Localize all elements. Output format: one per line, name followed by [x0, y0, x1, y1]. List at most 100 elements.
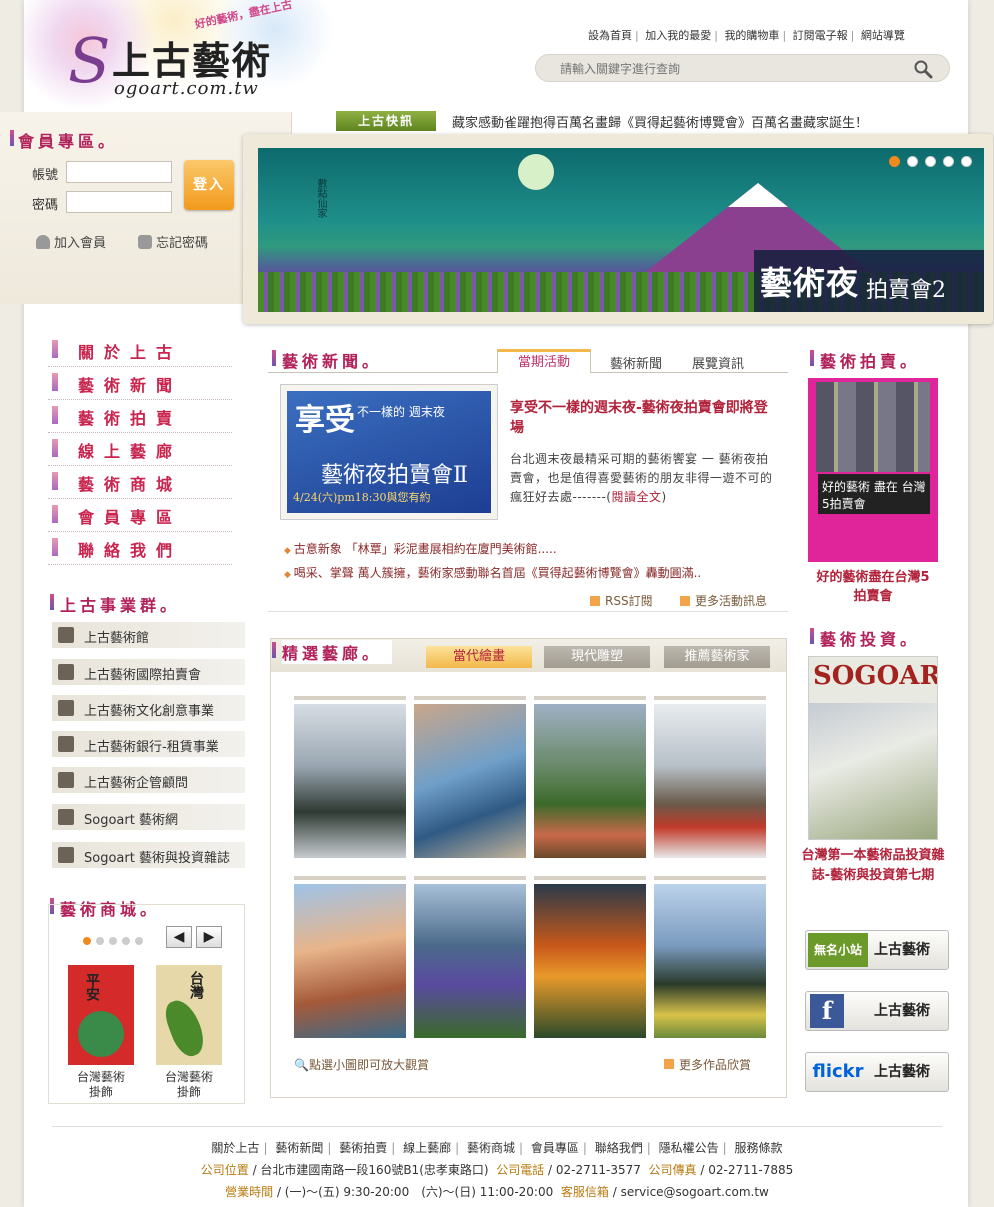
wretch-icon: 無名小站: [808, 933, 868, 967]
gallery-painting-5[interactable]: [294, 876, 406, 1038]
gallery-painting-1[interactable]: [294, 696, 406, 858]
flickr-icon: flickr: [812, 1061, 864, 1082]
auction-poster[interactable]: 好的藝術 盡在 台灣5拍賣會: [808, 378, 938, 562]
gallery-tab-sculpture[interactable]: 現代雕塑: [544, 646, 650, 668]
gallery-tab-contemporary[interactable]: 當代繪畫: [426, 646, 532, 668]
banner-dot-3[interactable]: [925, 156, 936, 167]
feature-image-date: 4/24(六)pm18:30與您有約: [293, 491, 431, 504]
biz-item-creative[interactable]: 上古藝術文化創意事業: [52, 695, 245, 721]
banner-dot-4[interactable]: [943, 156, 954, 167]
nav-item-about[interactable]: 關於上古: [48, 334, 232, 367]
feature-image-event: 藝術夜拍賣會Ⅱ: [321, 463, 468, 488]
rss-link[interactable]: RSS訂閱: [590, 592, 653, 609]
gallery-hint-label: 點選小圖即可放大觀賞: [308, 1058, 429, 1072]
gallery-painting-4[interactable]: [654, 696, 766, 858]
feature-title[interactable]: 享受不一樣的週末夜-藝術夜拍賣會即將登場: [510, 398, 778, 438]
gallery-painting-3[interactable]: [534, 696, 646, 858]
news-flash-text[interactable]: 藏家感動雀躍抱得百萬名畫歸《買得起藝術博覽會》百萬名畫藏家誕生！: [452, 112, 868, 131]
footer-link[interactable]: 會員專區: [531, 1141, 579, 1155]
more-artworks-link[interactable]: 更多作品欣賞: [664, 1056, 751, 1073]
banner-dot-5[interactable]: [961, 156, 972, 167]
gallery-painting-8[interactable]: [654, 876, 766, 1038]
product-caption-2[interactable]: 台灣藝術 掛飾: [149, 1070, 229, 1100]
nav-item-contact[interactable]: 聯絡我們: [48, 532, 232, 565]
footer-link[interactable]: 聯絡我們: [595, 1141, 643, 1155]
top-link-favorite[interactable]: 加入我的最愛: [645, 29, 711, 42]
footer-link[interactable]: 隱私權公告: [659, 1141, 719, 1155]
tab-current-events[interactable]: 當期活動: [497, 349, 591, 373]
shop-dot-5[interactable]: [135, 937, 143, 945]
shop-dot-3[interactable]: [109, 937, 117, 945]
top-link-sitemap[interactable]: 網站導覽: [861, 29, 905, 42]
nav-item-auction[interactable]: 藝術拍賣: [48, 400, 232, 433]
banner-caption-sub: 拍賣會2: [866, 278, 946, 303]
shop-prev-button[interactable]: ◀: [166, 926, 192, 948]
nav-item-gallery[interactable]: 線上藝廊: [48, 433, 232, 466]
facebook-link[interactable]: f 上古藝術: [805, 991, 949, 1031]
banner-dot-1[interactable]: [889, 156, 900, 167]
footer-link[interactable]: 線上藝廊: [403, 1141, 451, 1155]
product-caption-1[interactable]: 台灣藝術 掛飾: [61, 1070, 141, 1100]
shop-dot-1[interactable]: [83, 937, 91, 945]
join-member-link[interactable]: 加入會員: [36, 232, 106, 251]
banner-snowcap: [728, 183, 788, 207]
footer-link[interactable]: 藝術商城: [467, 1141, 515, 1155]
login-button[interactable]: 登入: [184, 160, 234, 210]
footer-link[interactable]: 藝術新聞: [275, 1141, 323, 1155]
biz-item-magazine[interactable]: Sogoart 藝術與投資雜誌: [52, 842, 245, 868]
news-list-item[interactable]: 古意新象 「林覃」彩泥畫展相約在廈門美術館.....: [284, 540, 784, 564]
biz-item-museum[interactable]: 上古藝術館: [52, 622, 245, 648]
banner-carousel[interactable]: 數點仙家 藝術夜 拍賣會2: [258, 148, 984, 312]
account-input[interactable]: [66, 161, 172, 183]
biz-item-sogoart-web[interactable]: Sogoart 藝術網: [52, 804, 245, 830]
product-image-1[interactable]: 平安: [68, 965, 134, 1065]
gallery-painting-2[interactable]: [414, 696, 526, 858]
password-input[interactable]: [66, 191, 172, 213]
read-more-link[interactable]: 閱讀全文: [612, 490, 662, 504]
account-label: 帳號: [32, 168, 59, 183]
magazine-caption[interactable]: 台灣第一本藝術品投資雜誌-藝術與投資第七期: [800, 846, 946, 886]
banner-dot-2[interactable]: [907, 156, 918, 167]
wretch-link[interactable]: 無名小站 上古藝術: [805, 930, 949, 970]
biz-item-art-bank[interactable]: 上古藝術銀行-租賃事業: [52, 731, 245, 757]
shop-next-button[interactable]: ▶: [196, 926, 222, 948]
feature-image[interactable]: 享受 不一樣的 週末夜 藝術夜拍賣會Ⅱ 4/24(六)pm18:30與您有約: [280, 384, 498, 520]
biz-item-consulting[interactable]: 上古藝術企管顧問: [52, 767, 245, 793]
top-link-homepage[interactable]: 設為首頁: [588, 29, 632, 42]
footer-hours: 營業時間 / (一)～(五) 9:30-20:00 (六)～(日) 11:00-…: [225, 1185, 769, 1199]
top-link-cart[interactable]: 我的購物車: [724, 29, 779, 42]
footer-nav: 關於上古 | 藝術新聞 | 藝術拍賣 | 線上藝廊 | 藝術商城 | 會員專區 | 聯絡我們…: [211, 1141, 783, 1155]
site-logo[interactable]: 好的藝術，盡在上古 S 上古藝術 ogoart.com.tw: [24, 0, 354, 112]
biz-item-auction[interactable]: 上古藝術國際拍賣會: [52, 659, 245, 685]
search-input[interactable]: [560, 60, 900, 78]
nav-item-art-news[interactable]: 藝術新聞: [48, 367, 232, 400]
gallery-painting-6[interactable]: [414, 876, 526, 1038]
shop-dot-2[interactable]: [96, 937, 104, 945]
nav-item-shop[interactable]: 藝術商城: [48, 466, 232, 499]
tab-art-news[interactable]: 藝術新聞: [610, 353, 662, 372]
top-link-newsletter[interactable]: 訂閱電子報: [793, 29, 848, 42]
footer-link[interactable]: 藝術拍賣: [339, 1141, 387, 1155]
footer-link[interactable]: 服務條款: [735, 1141, 783, 1155]
product-image-2[interactable]: 台灣: [156, 965, 222, 1065]
gallery-painting-7[interactable]: [534, 876, 646, 1038]
more-events-link[interactable]: 更多活動訊息: [680, 592, 767, 609]
email-value[interactable]: service@sogoart.com.tw: [621, 1185, 769, 1199]
forgot-password-link[interactable]: 忘記密碼: [138, 232, 208, 251]
auction-caption[interactable]: 好的藝術盡在台灣5 拍賣會: [808, 568, 938, 606]
nav-item-member[interactable]: 會員專區: [48, 499, 232, 532]
shop-dot-4[interactable]: [122, 937, 130, 945]
magazine-cover[interactable]: SOGOART: [808, 656, 938, 840]
news-list-item[interactable]: 喝采、掌聲 萬人簇擁，藝術家感動聯名首屆《買得起藝術博覽會》轟動圓滿..: [284, 564, 784, 588]
banner-calligraphy: 數點仙家: [315, 178, 326, 218]
address-value: 台北市建國南路一段160號B1(忠孝東路口): [260, 1163, 489, 1177]
gallery-tab-artists[interactable]: 推薦藝術家: [664, 646, 770, 668]
more-icon: [664, 1059, 674, 1069]
tab-exhibitions[interactable]: 展覽資訊: [692, 353, 744, 372]
email-label: 客服信箱: [560, 1185, 609, 1199]
flickr-link[interactable]: flickr 上古藝術: [805, 1052, 949, 1092]
search-icon[interactable]: [913, 59, 933, 79]
person-icon: [58, 772, 74, 788]
search-bar: [535, 54, 950, 82]
footer-link[interactable]: 關於上古: [211, 1141, 259, 1155]
